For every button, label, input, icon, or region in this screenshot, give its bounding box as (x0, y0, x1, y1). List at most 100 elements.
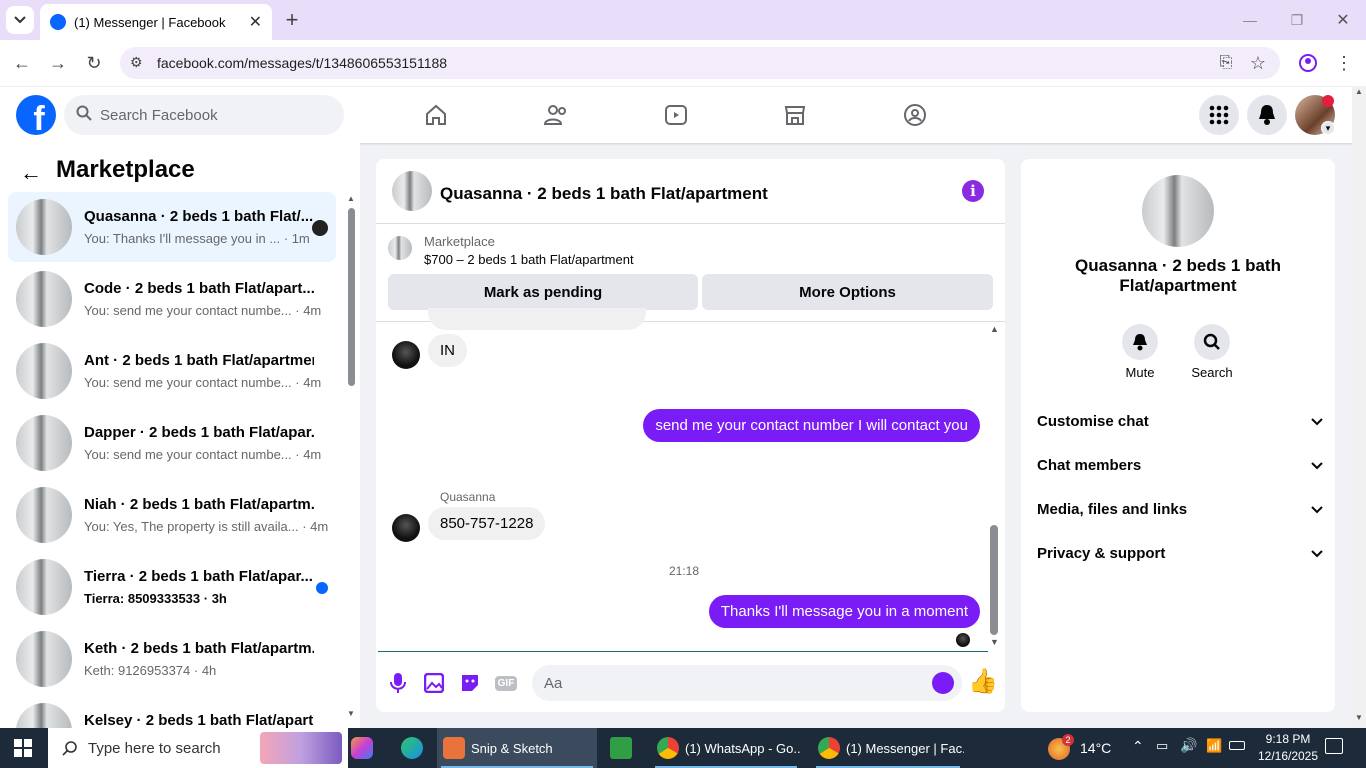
close-tab-icon[interactable]: ✕ (249, 12, 262, 32)
conversation-item[interactable]: Tierra · 2 beds 1 bath Flat/apar... Tierr… (8, 552, 336, 622)
chat-header-avatar[interactable] (392, 171, 432, 211)
facebook-search-input[interactable]: Search Facebook (64, 95, 344, 135)
photo-icon[interactable] (421, 670, 447, 696)
microphone-icon[interactable] (385, 670, 411, 696)
outgoing-message[interactable]: Thanks I'll message you in a moment (708, 595, 980, 628)
back-icon[interactable]: ← (8, 49, 36, 77)
new-tab-icon[interactable]: + (278, 6, 306, 34)
conversation-item[interactable]: Niah · 2 beds 1 bath Flat/apartm... You: … (8, 480, 336, 550)
reload-icon[interactable]: ↻ (80, 49, 108, 77)
notifications-bell-icon[interactable] (1247, 95, 1287, 135)
account-chevron-icon[interactable]: ▾ (1321, 121, 1335, 135)
edge-icon[interactable] (401, 737, 423, 759)
menu-grid-icon[interactable] (1199, 95, 1239, 135)
emoji-icon[interactable] (932, 672, 954, 694)
page-title: Marketplace (56, 156, 195, 183)
seen-receipt-avatar (956, 633, 970, 647)
outgoing-message[interactable]: send me your contact number I will conta… (643, 409, 980, 442)
chat-title[interactable]: Quasanna · 2 beds 1 bath Flat/apartment (440, 184, 768, 204)
site-info-icon[interactable]: ⚙ (130, 54, 143, 71)
back-arrow-icon[interactable]: ← (20, 160, 42, 186)
conversation-avatar (16, 559, 72, 615)
wifi-icon[interactable]: 📶 (1206, 738, 1222, 754)
volume-icon[interactable]: 🔊 (1180, 737, 1197, 754)
details-section-label: Privacy & support (1037, 544, 1166, 562)
details-section-row[interactable]: Chat members (1037, 453, 1323, 477)
chat-scroll-down-icon[interactable]: ▼ (990, 637, 999, 647)
details-avatar[interactable] (1142, 175, 1214, 247)
conversation-item[interactable]: Ant · 2 beds 1 bath Flat/apartment You: s… (8, 336, 336, 406)
listing-thumbnail[interactable] (388, 236, 412, 260)
chevron-down-icon (1311, 501, 1323, 518)
temperature[interactable]: 14°C (1080, 740, 1111, 756)
details-section-row[interactable]: Customise chat (1037, 409, 1323, 433)
more-options-button[interactable]: More Options (702, 274, 993, 310)
conversation-avatar (16, 487, 72, 543)
taskbar-app-snip-sketch[interactable]: Snip & Sketch (437, 728, 597, 768)
minimize-icon[interactable]: — (1236, 6, 1264, 34)
taskbar-app-whatsapp[interactable]: (1) WhatsApp - Go... (651, 728, 801, 768)
chat-scroll-up-icon[interactable]: ▲ (990, 324, 999, 334)
unread-dot (316, 582, 328, 594)
facebook-logo-icon[interactable]: f (16, 95, 56, 135)
conversation-name: Niah · 2 beds 1 bath Flat/apartm... (84, 496, 314, 513)
search-in-chat-button[interactable] (1194, 324, 1230, 360)
conversation-item[interactable]: Dapper · 2 beds 1 bath Flat/apar... You: … (8, 408, 336, 478)
meet-now-icon[interactable]: ▭ (1156, 738, 1168, 754)
gif-icon[interactable]: GIF (493, 670, 519, 696)
notification-center-icon[interactable] (1325, 738, 1343, 754)
browser-menu-icon[interactable]: ⋮ (1330, 49, 1358, 77)
install-app-icon[interactable]: ⎘ (1212, 49, 1240, 77)
tab-title: (1) Messenger | Facebook (74, 14, 226, 30)
conversation-item[interactable]: Keth · 2 beds 1 bath Flat/apartm... Keth:… (8, 624, 336, 694)
taskbar-app-messenger[interactable]: (1) Messenger | Fac... (812, 728, 964, 768)
bookmark-star-icon[interactable]: ☆ (1244, 49, 1272, 77)
copilot-icon[interactable] (351, 737, 373, 759)
start-button[interactable] (14, 739, 32, 757)
forward-icon[interactable]: → (44, 49, 72, 77)
details-section-row[interactable]: Privacy & support (1037, 541, 1323, 565)
message-input[interactable]: Aa (532, 665, 962, 701)
listing-detail[interactable]: $700 – 2 beds 1 bath Flat/apartment (424, 252, 634, 267)
restore-icon[interactable]: ❐ (1283, 6, 1311, 34)
marketplace-icon[interactable] (775, 98, 815, 132)
sticker-icon[interactable] (457, 670, 483, 696)
previous-message-bubble (428, 308, 646, 330)
conversation-item[interactable]: Code · 2 beds 1 bath Flat/apart... You: s… (8, 264, 336, 334)
address-bar[interactable]: ⚙ facebook.com/messages/t/13486065531511… (120, 47, 1280, 79)
inbox-scroll-thumb[interactable] (348, 208, 355, 386)
tab-search-chevron-icon[interactable] (6, 6, 34, 34)
details-section-row[interactable]: Media, files and links (1037, 497, 1323, 521)
show-hidden-icons-icon[interactable]: ⌃ (1132, 738, 1144, 755)
friends-icon[interactable] (536, 98, 576, 132)
mute-label: Mute (1125, 365, 1155, 380)
spreadsheet-icon[interactable] (610, 737, 632, 759)
conversation-name: Ant · 2 beds 1 bath Flat/apartment (84, 352, 314, 369)
clock-time[interactable]: 9:18 PM (1260, 732, 1316, 746)
close-window-icon[interactable]: ✕ (1329, 6, 1357, 34)
thumbs-up-icon[interactable]: 👍 (968, 668, 998, 695)
sender-avatar[interactable] (392, 341, 420, 369)
conversation-item[interactable]: Quasanna · 2 beds 1 bath Flat/... You: Th… (8, 192, 336, 262)
sender-avatar[interactable] (392, 514, 420, 542)
clock-date[interactable]: 12/16/2025 (1252, 749, 1324, 763)
home-icon[interactable] (416, 98, 456, 132)
groups-icon[interactable] (895, 98, 935, 132)
tab-messenger[interactable]: (1) Messenger | Facebook ✕ (40, 4, 272, 40)
profile-icon[interactable] (1294, 49, 1322, 77)
info-icon[interactable]: i (962, 180, 984, 202)
mute-button[interactable] (1122, 324, 1158, 360)
video-icon[interactable] (656, 98, 696, 132)
conversation-preview: Tierra: 8509333533 · 3h (84, 591, 227, 606)
mark-as-pending-button[interactable]: Mark as pending (388, 274, 698, 310)
details-section-label: Chat members (1037, 456, 1142, 474)
conversation-preview: You: Yes, The property is still availa..… (84, 519, 329, 534)
battery-icon[interactable] (1229, 741, 1245, 750)
taskbar-search-input[interactable]: Type here to search (48, 728, 348, 768)
chat-scrollbar-thumb[interactable] (990, 525, 998, 635)
search-icon (76, 105, 92, 125)
page-scrollbar[interactable]: ▲ ▼ (1352, 87, 1366, 728)
conversation-name: Keth · 2 beds 1 bath Flat/apartm... (84, 640, 314, 657)
incoming-message[interactable]: IN (428, 334, 467, 367)
incoming-message[interactable]: 850-757-1228 (428, 507, 546, 540)
